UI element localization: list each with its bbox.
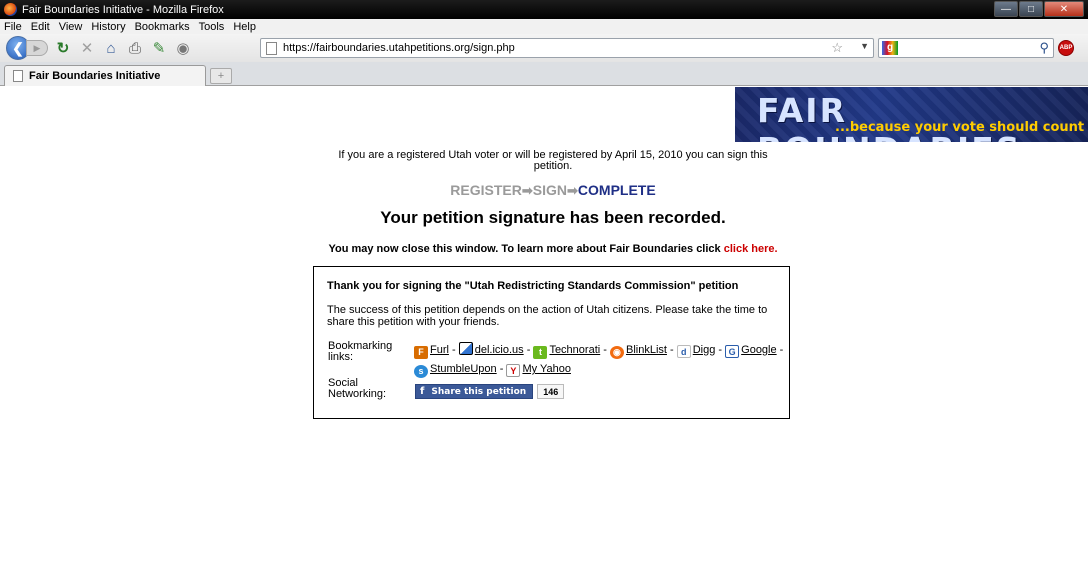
arrow-icon: ➡	[521, 183, 533, 198]
minimize-button[interactable]: —	[994, 1, 1018, 17]
page-headline: Your petition signature has been recorde…	[380, 208, 726, 227]
step-register: REGISTER	[450, 182, 522, 198]
forward-button[interactable]: ▶	[26, 40, 48, 56]
share-box-title: Thank you for signing the "Utah Redistri…	[327, 280, 739, 292]
page-icon	[266, 42, 277, 55]
search-box[interactable]: g ⚲	[878, 38, 1054, 58]
url-text: https://fairboundaries.utahpetitions.org…	[283, 42, 515, 54]
progress-steps: REGISTER➡SIGN➡COMPLETE	[318, 182, 788, 199]
menu-bar: File Edit View History Bookmarks Tools H…	[0, 19, 1088, 34]
print-icon[interactable]: ⎙	[126, 39, 144, 57]
furl-icon: F	[414, 346, 428, 359]
link-stumbleupon[interactable]: StumbleUpon	[430, 363, 497, 375]
facebook-share: f Share this petition 146	[415, 384, 565, 399]
menu-bookmarks[interactable]: Bookmarks	[135, 21, 190, 33]
technorati-icon: t	[533, 346, 548, 359]
menu-edit[interactable]: Edit	[31, 21, 50, 33]
delicious-icon	[458, 342, 473, 355]
link-my-yahoo[interactable]: My Yahoo	[522, 363, 571, 375]
search-icon[interactable]: ⚲	[1039, 40, 1049, 56]
site-banner: FAIR BOUNDARIES ...because your vote sho…	[735, 87, 1088, 142]
facebook-share-label: Share this petition	[431, 386, 527, 397]
menu-help[interactable]: Help	[233, 21, 256, 33]
link-google[interactable]: Google	[741, 344, 776, 356]
tab-page-icon	[13, 70, 23, 82]
link-digg[interactable]: Digg	[693, 344, 716, 356]
click-here-link[interactable]: click here.	[724, 243, 778, 255]
window-titlebar: Fair Boundaries Initiative - Mozilla Fir…	[0, 0, 1088, 19]
banner-tagline: ...because your vote should count	[835, 120, 1085, 135]
share-count: 146	[537, 384, 565, 399]
bookmark-manager-icon[interactable]: ✎	[150, 39, 168, 57]
new-tab-button[interactable]: +	[210, 68, 232, 84]
step-sign: SIGN	[532, 182, 568, 198]
window-title: Fair Boundaries Initiative - Mozilla Fir…	[22, 3, 224, 16]
digg-icon: d	[676, 345, 691, 358]
menu-tools[interactable]: Tools	[199, 21, 225, 33]
home-icon[interactable]: ⌂	[102, 39, 120, 57]
blinklist-icon: ◉	[609, 346, 624, 359]
close-message: You may now close this window. To learn …	[300, 243, 806, 255]
google-search-icon[interactable]: g	[882, 41, 898, 55]
adblock-icon[interactable]: ABP	[1058, 40, 1074, 56]
navigation-toolbar: ❮ ▶ ↻ ✕ ⌂ ⎙ ✎ ◉ https://fairboundaries.u…	[0, 34, 1088, 62]
menu-history[interactable]: History	[91, 21, 125, 33]
address-bar[interactable]: https://fairboundaries.utahpetitions.org…	[260, 38, 874, 58]
share-box-description: The success of this petition depends on …	[327, 304, 768, 328]
link-delicious[interactable]: del.icio.us	[475, 344, 524, 356]
tab-bar: Fair Boundaries Initiative +	[0, 62, 1088, 86]
social-networking-label: Social Networking:	[328, 377, 387, 400]
intro-text: If you are a registered Utah voter or wi…	[338, 149, 768, 172]
bookmarking-label: Bookmarking links:	[328, 340, 393, 363]
addon-icon[interactable]: ◉	[174, 39, 192, 57]
link-furl[interactable]: Furl	[430, 344, 449, 356]
firefox-icon	[4, 3, 17, 16]
bookmarking-links: F Furl - del.icio.us - t Technorati - ◉ Bli…	[414, 341, 784, 379]
reload-icon[interactable]: ↻	[54, 39, 72, 57]
menu-view[interactable]: View	[59, 21, 83, 33]
maximize-button[interactable]: □	[1019, 1, 1043, 17]
close-message-text: You may now close this window. To learn …	[328, 243, 721, 255]
menu-file[interactable]: File	[4, 21, 22, 33]
tab-label: Fair Boundaries Initiative	[29, 70, 161, 82]
facebook-share-button[interactable]: f Share this petition	[415, 384, 534, 399]
tab-fair-boundaries[interactable]: Fair Boundaries Initiative	[4, 65, 206, 86]
link-technorati[interactable]: Technorati	[549, 344, 600, 356]
url-dropdown-icon[interactable]: ▼	[860, 41, 869, 51]
stop-icon[interactable]: ✕	[78, 39, 96, 57]
star-icon[interactable]: ☆	[831, 40, 843, 56]
link-blinklist[interactable]: BlinkList	[626, 344, 667, 356]
yahoo-icon: Y	[506, 364, 521, 377]
step-complete: COMPLETE	[577, 182, 656, 198]
stumbleupon-icon: s	[414, 365, 428, 378]
facebook-icon: f	[420, 386, 425, 397]
close-window-button[interactable]: ✕	[1044, 1, 1084, 17]
arrow-icon: ➡	[567, 183, 578, 198]
share-box: Thank you for signing the "Utah Redistri…	[313, 266, 790, 419]
google-icon: G	[725, 345, 740, 358]
